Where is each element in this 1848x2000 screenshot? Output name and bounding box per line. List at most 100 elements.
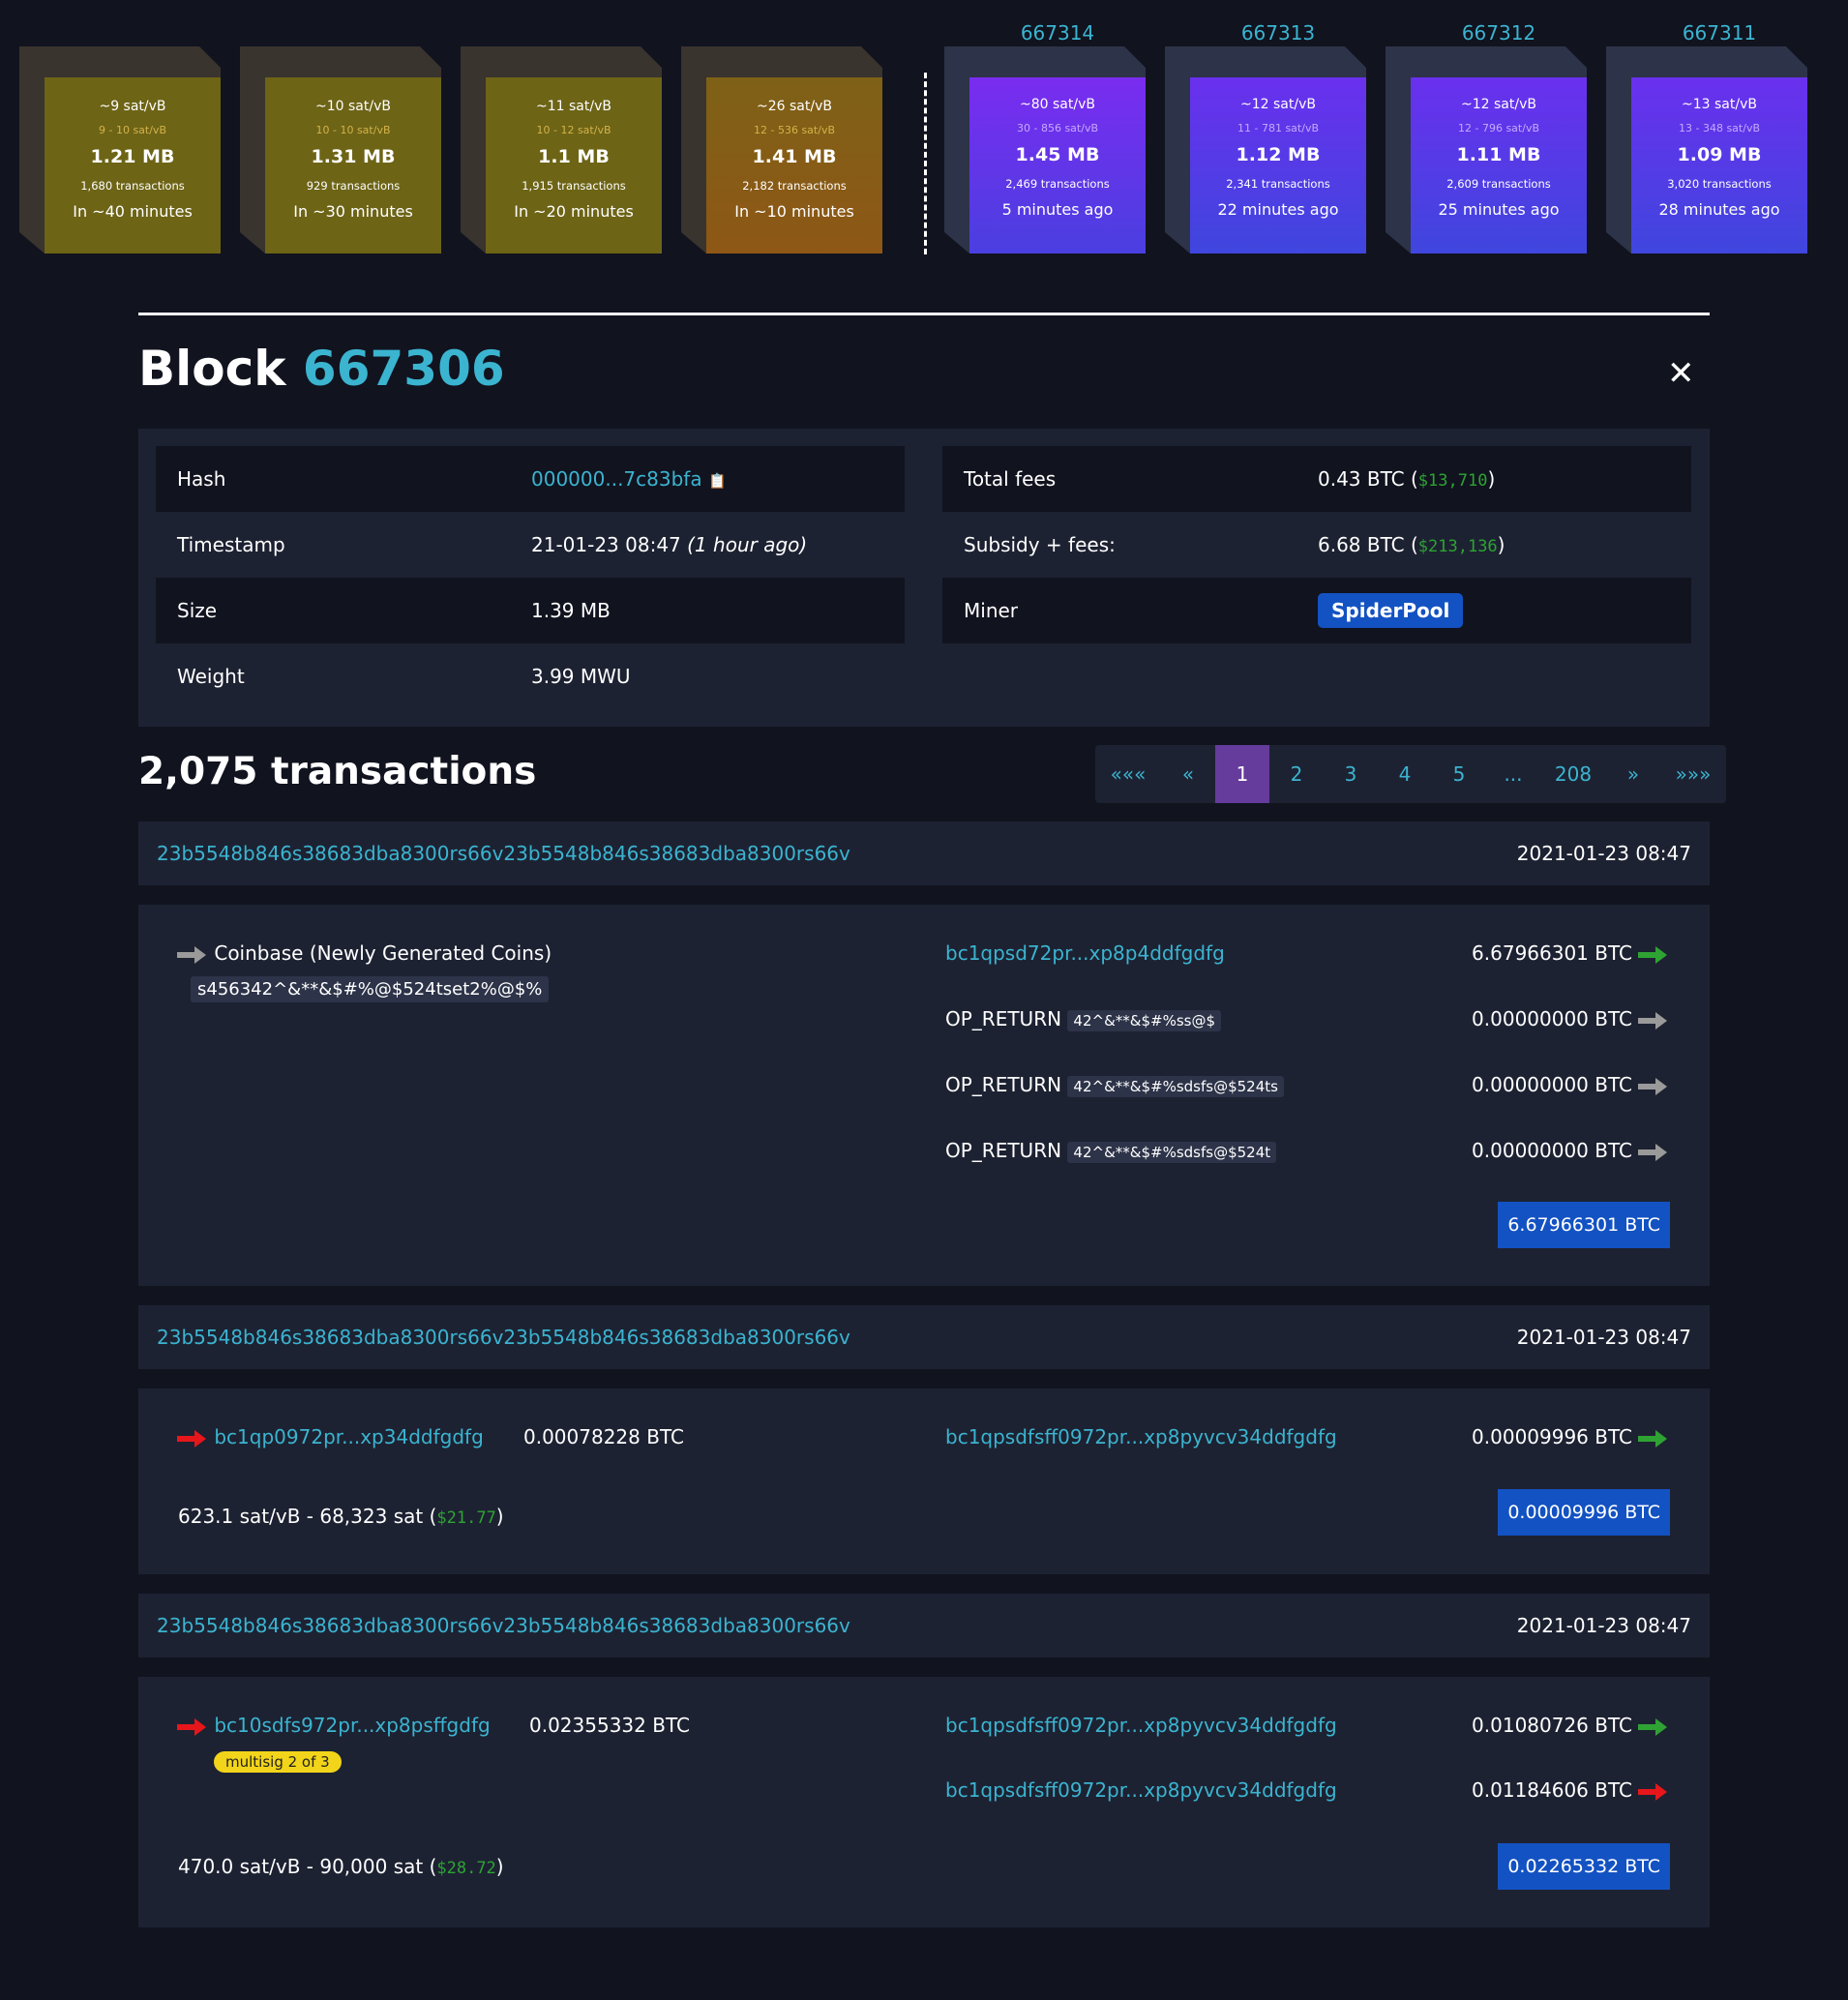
total-fees-row: Total fees 0.43 BTC ($13,710) — [942, 446, 1691, 512]
size-row: Size 1.39 MB — [156, 578, 905, 643]
op-return-script: 42^&**&$#%ss@$ — [1067, 1010, 1222, 1031]
input-address-link[interactable]: bc10sdfs972pr...xp8psffgdfg — [214, 1714, 490, 1737]
tx-body: Coinbase (Newly Generated Coins) s456342… — [138, 905, 1710, 1286]
output-amount: 6.67966301 BTC — [1472, 941, 1632, 965]
input-amount: 0.02355332 BTC — [529, 1714, 690, 1737]
page-title: Block 667306 — [138, 341, 505, 397]
mempool-block[interactable]: ~9 sat/vB 9 - 10 sat/vB 1.21 MB 1,680 tr… — [19, 46, 221, 254]
mined-block[interactable]: 667311 ~13 sat/vB 13 - 348 sat/vB 1.09 M… — [1606, 21, 1807, 254]
block-time: In ~20 minutes — [514, 202, 634, 221]
output-address-link[interactable]: bc1qpsd72pr...xp8p4ddfgdfg — [945, 941, 1225, 965]
page-next-button[interactable]: » — [1606, 745, 1660, 803]
block-details-left: Hash 000000...7c83bfa 📋 Timestamp 21-01-… — [156, 446, 905, 709]
timestamp-label: Timestamp — [177, 533, 285, 556]
page-3-button[interactable]: 3 — [1324, 745, 1378, 803]
timestamp-row: Timestamp 21-01-23 08:47 (1 hour ago) — [156, 512, 905, 578]
page-5-button[interactable]: 5 — [1432, 745, 1486, 803]
blockchain-blocks: ~9 sat/vB 9 - 10 sat/vB 1.21 MB 1,680 tr… — [0, 0, 1848, 271]
mempool-divider — [924, 73, 927, 254]
output-amount: 0.00000000 BTC — [1472, 1073, 1632, 1096]
transactions-count: 2,075 transactions — [138, 750, 537, 793]
op-return-script: 42^&**&$#%sdsfs@$524ts — [1067, 1076, 1284, 1097]
block-time: 5 minutes ago — [1001, 200, 1114, 219]
block-fee-range: 10 - 10 sat/vB — [315, 124, 391, 136]
block-median-fee: ~12 sat/vB — [1461, 97, 1536, 112]
timestamp-relative: (1 hour ago) — [687, 533, 808, 556]
tx-header: 23b5548b846s38683dba8300rs66v23b5548b846… — [138, 1305, 1710, 1369]
block-tx-count: 1,680 transactions — [80, 179, 185, 193]
output-amount: 0.00009996 BTC — [1472, 1425, 1632, 1448]
mined-block[interactable]: 667313 ~12 sat/vB 11 - 781 sat/vB 1.12 M… — [1165, 21, 1366, 254]
output-amount: 0.00000000 BTC — [1472, 1007, 1632, 1030]
arrow-right-icon[interactable] — [177, 1429, 208, 1448]
block-fee-range: 30 - 856 sat/vB — [1017, 122, 1098, 134]
block-hash-link[interactable]: 000000...7c83bfa — [531, 467, 702, 491]
coinbase-label: Coinbase (Newly Generated Coins) — [214, 941, 552, 965]
mined-block[interactable]: 667312 ~12 sat/vB 12 - 796 sat/vB 1.11 M… — [1386, 21, 1587, 254]
block-height-link[interactable]: 667311 — [1631, 21, 1807, 45]
arrow-right-icon — [1638, 1011, 1669, 1030]
pagination: ««« « 1 2 3 4 5 ... 208 » »»» — [1095, 745, 1726, 803]
block-time: In ~10 minutes — [734, 202, 854, 221]
input-address-link[interactable]: bc1qp0972pr...xp34ddfgdfg — [214, 1425, 483, 1448]
fee-usd: $21.77 — [436, 1508, 496, 1528]
arrow-right-icon[interactable] — [1638, 1717, 1669, 1737]
output-amount: 0.01184606 BTC — [1472, 1778, 1632, 1802]
block-fee-range: 9 - 10 sat/vB — [98, 124, 166, 136]
paren-close: ) — [1487, 467, 1496, 491]
page-last-button[interactable]: »»» — [1660, 745, 1726, 803]
block-size: 1.31 MB — [311, 146, 396, 167]
paren-close: ) — [1497, 533, 1505, 556]
block-median-fee: ~12 sat/vB — [1240, 97, 1316, 112]
block-height-link[interactable]: 667314 — [969, 21, 1146, 45]
block-time: 22 minutes ago — [1217, 200, 1339, 219]
arrow-right-icon — [177, 945, 208, 965]
mempool-block[interactable]: ~10 sat/vB 10 - 10 sat/vB 1.31 MB 929 tr… — [240, 46, 441, 254]
block-title-word: Block — [138, 341, 286, 397]
tx-time: 2021-01-23 08:47 — [1516, 1326, 1691, 1349]
section-divider — [138, 313, 1710, 315]
output-address-link[interactable]: bc1qpsdfsff0972pr...xp8pyvcv34ddfgdfg — [945, 1778, 1337, 1802]
output-address-link[interactable]: bc1qpsdfsff0972pr...xp8pyvcv34ddfgdfg — [945, 1714, 1337, 1737]
block-tx-count: 2,469 transactions — [1005, 177, 1110, 191]
page-last-number-button[interactable]: 208 — [1540, 745, 1606, 803]
coinbase-script: s456342^&**&$#%@$524tset2%@$% — [191, 976, 550, 1002]
block-median-fee: ~9 sat/vB — [99, 99, 166, 114]
block-tx-count: 929 transactions — [306, 179, 401, 193]
op-return-script: 42^&**&$#%sdsfs@$524t — [1067, 1142, 1277, 1163]
close-icon[interactable]: ✕ — [1667, 354, 1695, 393]
page-4-button[interactable]: 4 — [1378, 745, 1432, 803]
tx-total-badge: 6.67966301 BTC — [1498, 1202, 1670, 1248]
block-time: In ~30 minutes — [293, 202, 413, 221]
fee-rate: 623.1 sat/vB - 68,323 sat ( — [178, 1505, 437, 1528]
arrow-right-icon[interactable] — [1638, 1782, 1669, 1802]
page-prev-button[interactable]: « — [1161, 745, 1215, 803]
block-median-fee: ~80 sat/vB — [1020, 97, 1095, 112]
block-height-link[interactable]: 667312 — [1411, 21, 1587, 45]
mempool-block[interactable]: ~26 sat/vB 12 - 536 sat/vB 1.41 MB 2,182… — [681, 46, 882, 254]
copy-icon[interactable]: 📋 — [708, 472, 727, 490]
miner-badge[interactable]: SpiderPool — [1318, 593, 1464, 628]
txid-link[interactable]: 23b5548b846s38683dba8300rs66v23b5548b846… — [157, 842, 850, 865]
hash-label: Hash — [177, 467, 226, 491]
op-return-label: OP_RETURN — [945, 1007, 1062, 1030]
miner-label: Miner — [964, 599, 1019, 622]
output-amount: 0.00000000 BTC — [1472, 1139, 1632, 1162]
arrow-right-icon[interactable] — [1638, 1429, 1669, 1448]
arrow-right-icon[interactable] — [177, 1717, 208, 1737]
mined-block[interactable]: 667314 ~80 sat/vB 30 - 856 sat/vB 1.45 M… — [944, 21, 1146, 254]
page-2-button[interactable]: 2 — [1269, 745, 1324, 803]
txid-link[interactable]: 23b5548b846s38683dba8300rs66v23b5548b846… — [157, 1326, 850, 1349]
page-first-button[interactable]: ««« — [1095, 745, 1161, 803]
block-height-link[interactable]: 667313 — [1190, 21, 1366, 45]
txid-link[interactable]: 23b5548b846s38683dba8300rs66v23b5548b846… — [157, 1614, 850, 1637]
block-tx-count: 2,341 transactions — [1226, 177, 1330, 191]
page-1-button[interactable]: 1 — [1215, 745, 1269, 803]
output-address-link[interactable]: bc1qpsdfsff0972pr...xp8pyvcv34ddfgdfg — [945, 1425, 1337, 1448]
block-median-fee: ~11 sat/vB — [536, 99, 611, 114]
arrow-right-icon[interactable] — [1638, 945, 1669, 965]
block-tx-count: 2,182 transactions — [742, 179, 847, 193]
arrow-right-icon — [1638, 1077, 1669, 1096]
total-fees-label: Total fees — [964, 467, 1057, 491]
mempool-block[interactable]: ~11 sat/vB 10 - 12 sat/vB 1.1 MB 1,915 t… — [461, 46, 662, 254]
